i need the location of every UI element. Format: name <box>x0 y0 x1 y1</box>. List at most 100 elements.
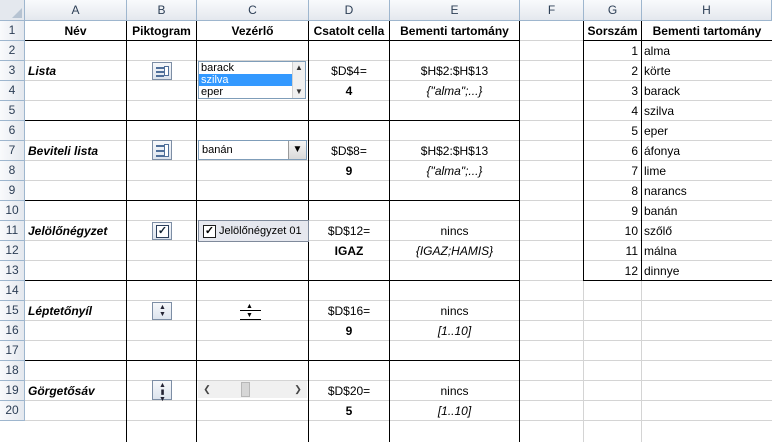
list-box-scrollbar[interactable]: ▲ ▼ <box>292 62 305 98</box>
row-header[interactable]: 16 <box>0 321 25 341</box>
input-range-values[interactable]: [1..10] <box>390 321 519 341</box>
row-header[interactable]: 7 <box>0 141 25 161</box>
row-header[interactable]: 11 <box>0 221 25 241</box>
lookup-value[interactable]: szilva <box>642 101 772 121</box>
linked-value[interactable]: 4 <box>309 81 389 101</box>
input-range-values[interactable]: {"alma";...} <box>390 161 519 181</box>
row-header[interactable]: 18 <box>0 361 25 381</box>
row-header[interactable]: 14 <box>0 281 25 301</box>
linked-value[interactable]: 9 <box>309 321 389 341</box>
input-range-values[interactable]: {IGAZ;HAMIS} <box>390 241 519 261</box>
row-header[interactable]: 1 <box>0 21 25 41</box>
input-range-values[interactable]: {"alma";...} <box>390 81 519 101</box>
header-nev[interactable]: Név <box>25 21 126 41</box>
column-header-a[interactable]: A <box>25 0 127 21</box>
lookup-index[interactable]: 2 <box>584 61 641 81</box>
row-header[interactable]: 3 <box>0 61 25 81</box>
combo-box-control[interactable]: banán ▼ <box>198 140 307 160</box>
row-header[interactable]: 2 <box>0 41 25 61</box>
input-range[interactable]: nincs <box>390 381 519 401</box>
row-header[interactable]: 19 <box>0 381 25 401</box>
lookup-index[interactable]: 3 <box>584 81 641 101</box>
header-sorszam[interactable]: Sorszám <box>584 21 641 41</box>
row-header[interactable]: 9 <box>0 181 25 201</box>
header-vezerlo[interactable]: Vezérlő <box>197 21 308 41</box>
chevron-down-icon[interactable]: ▼ <box>288 141 306 159</box>
input-range[interactable]: nincs <box>390 221 519 241</box>
header-piktogram[interactable]: Piktogram <box>127 21 196 41</box>
linked-ref[interactable]: $D$4= <box>309 61 389 81</box>
checkbox-control[interactable]: ✓ Jelölőnégyzet 01 <box>198 220 309 242</box>
input-range[interactable]: $H$2:$H$13 <box>390 141 519 161</box>
header-bemeneti-tartomany-h[interactable]: Bementi tartomány <box>642 21 772 41</box>
input-range[interactable]: nincs <box>390 301 519 321</box>
lookup-index[interactable]: 5 <box>584 121 641 141</box>
list-box-item[interactable]: eper <box>199 86 305 98</box>
column-header-b[interactable]: B <box>127 0 197 21</box>
scroll-up-icon[interactable]: ▲ <box>293 62 305 74</box>
list-box-control[interactable]: barack szilva eper ▲ ▼ <box>198 61 306 99</box>
lookup-value[interactable]: áfonya <box>642 141 772 161</box>
control-name-beviteli-lista[interactable]: Beviteli lista <box>25 141 126 161</box>
scroll-left-icon[interactable]: ❮ <box>200 381 214 398</box>
column-header-g[interactable]: G <box>584 0 642 21</box>
scroll-right-icon[interactable]: ❯ <box>291 381 305 398</box>
control-name-lista[interactable]: Lista <box>25 61 126 81</box>
row-header[interactable]: 13 <box>0 261 25 281</box>
input-range-values[interactable]: [1..10] <box>390 401 519 421</box>
linked-value[interactable]: IGAZ <box>309 241 389 261</box>
lookup-index[interactable]: 9 <box>584 201 641 221</box>
lookup-index[interactable]: 6 <box>584 141 641 161</box>
list-box-item-selected[interactable]: szilva <box>199 74 305 86</box>
spin-up-icon[interactable]: ▲ <box>246 303 253 310</box>
scroll-thumb[interactable] <box>241 382 250 397</box>
spin-button-control[interactable]: ▲ ▼ <box>240 302 261 320</box>
linked-ref[interactable]: $D$8= <box>309 141 389 161</box>
column-header-e[interactable]: E <box>390 0 520 21</box>
lookup-index[interactable]: 1 <box>584 41 641 61</box>
lookup-value[interactable]: barack <box>642 81 772 101</box>
lookup-value[interactable]: narancs <box>642 181 772 201</box>
control-name-gorgetosav[interactable]: Görgetősáv <box>25 381 126 401</box>
header-bemeneti-tartomany[interactable]: Bementi tartomány <box>390 21 519 41</box>
row-header[interactable]: 15 <box>0 301 25 321</box>
linked-ref[interactable]: $D$12= <box>309 221 389 241</box>
header-csatolt-cella[interactable]: Csatolt cella <box>309 21 389 41</box>
lookup-index[interactable]: 8 <box>584 181 641 201</box>
lookup-value[interactable]: eper <box>642 121 772 141</box>
lookup-value[interactable]: alma <box>642 41 772 61</box>
linked-ref[interactable]: $D$16= <box>309 301 389 321</box>
linked-ref[interactable]: $D$20= <box>309 381 389 401</box>
lookup-value[interactable]: dinnye <box>642 261 772 281</box>
lookup-value[interactable]: szőlő <box>642 221 772 241</box>
lookup-index[interactable]: 10 <box>584 221 641 241</box>
lookup-index[interactable]: 7 <box>584 161 641 181</box>
lookup-index[interactable]: 4 <box>584 101 641 121</box>
row-header[interactable]: 12 <box>0 241 25 261</box>
scroll-down-icon[interactable]: ▼ <box>293 86 305 98</box>
row-header[interactable]: 6 <box>0 121 25 141</box>
checkbox-checked-icon[interactable]: ✓ <box>203 225 216 238</box>
lookup-index[interactable]: 12 <box>584 261 641 281</box>
select-all-corner[interactable] <box>0 0 25 21</box>
control-name-jelolonegyzet[interactable]: Jelölőnégyzet <box>25 221 126 241</box>
lookup-value[interactable]: málna <box>642 241 772 261</box>
spin-down-icon[interactable]: ▼ <box>246 312 253 319</box>
row-header[interactable]: 20 <box>0 401 25 421</box>
lookup-value[interactable]: banán <box>642 201 772 221</box>
row-header[interactable]: 4 <box>0 81 25 101</box>
list-box-item[interactable]: barack <box>199 62 305 74</box>
column-header-f[interactable]: F <box>520 0 584 21</box>
linked-value[interactable]: 9 <box>309 161 389 181</box>
input-range[interactable]: $H$2:$H$13 <box>390 61 519 81</box>
column-header-d[interactable]: D <box>309 0 390 21</box>
column-header-h[interactable]: H <box>642 0 772 21</box>
row-header[interactable]: 8 <box>0 161 25 181</box>
scroll-bar-control[interactable]: ❮ ❯ <box>198 381 307 398</box>
lookup-index[interactable]: 11 <box>584 241 641 261</box>
control-name-leptetonyil[interactable]: Léptetőnyíl <box>25 301 126 321</box>
row-header[interactable]: 5 <box>0 101 25 121</box>
lookup-value[interactable]: körte <box>642 61 772 81</box>
lookup-value[interactable]: lime <box>642 161 772 181</box>
row-header[interactable]: 17 <box>0 341 25 361</box>
